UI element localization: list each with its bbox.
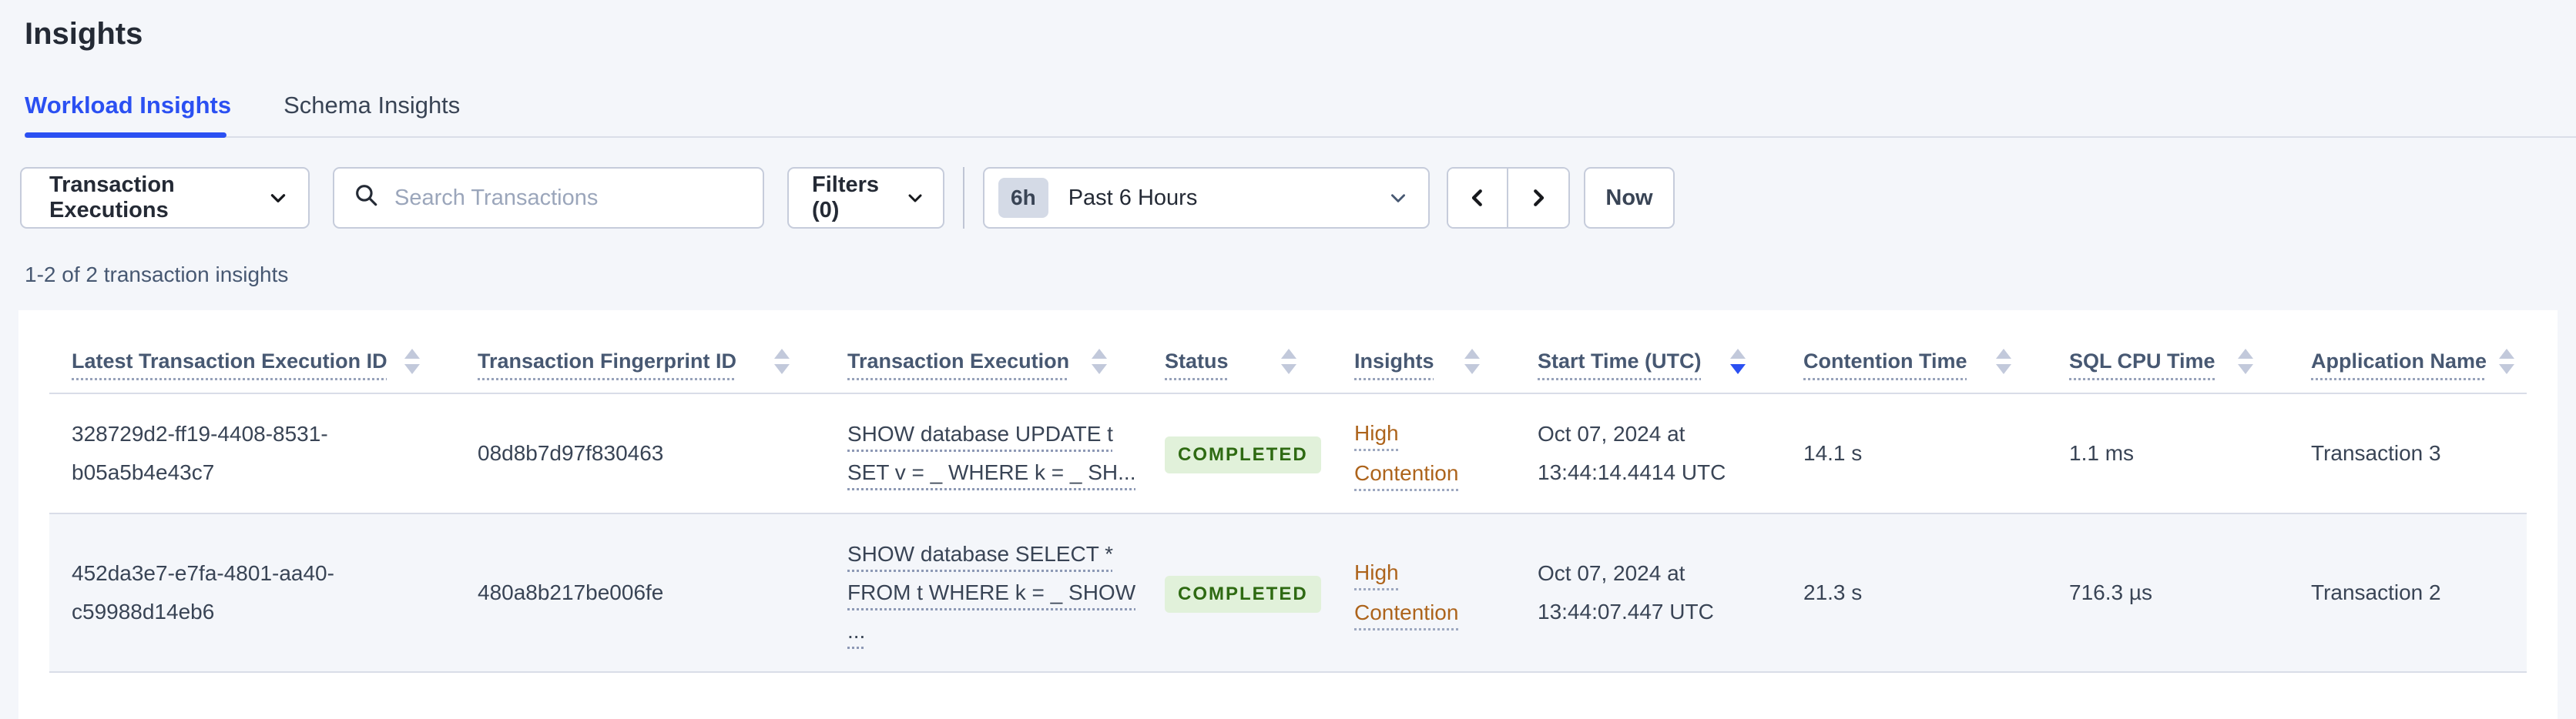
application-name-cell: Transaction 2 [2289, 513, 2527, 673]
sql-cpu-time-cell: 1.1 ms [2047, 393, 2289, 514]
time-pager [1447, 167, 1570, 229]
now-button[interactable]: Now [1584, 167, 1675, 229]
insights-cell: High Contention [1332, 393, 1515, 514]
table-header-row: Latest Transaction Execution ID Transact… [49, 329, 2527, 394]
column-header-fingerprint-id[interactable]: Transaction Fingerprint ID [455, 329, 825, 394]
toolbar-divider [963, 167, 964, 229]
start-time-cell: Oct 07, 2024 at 13:44:14.4414 UTC [1515, 393, 1781, 514]
transaction-execution-cell: SHOW database SELECT * FROM t WHERE k = … [825, 513, 1142, 673]
filters-label: Filters (0) [812, 172, 880, 222]
sort-icons [2499, 349, 2515, 374]
sort-icons [1092, 349, 1107, 374]
transaction-execution-cell: SHOW database UPDATE t SET v = _ WHERE k… [825, 393, 1142, 514]
statement-link[interactable]: SHOW database SELECT * FROM t WHERE k = … [847, 537, 1135, 648]
insight-link[interactable]: High Contention [1354, 560, 1458, 624]
search-input[interactable] [393, 184, 744, 212]
column-header-application-name[interactable]: Application Name [2289, 329, 2527, 394]
column-header-contention-time[interactable]: Contention Time [1781, 329, 2047, 394]
chevron-right-icon [1527, 186, 1550, 209]
chevron-down-icon [1388, 188, 1408, 208]
application-name-cell: Transaction 3 [2289, 393, 2527, 514]
previous-range-button[interactable] [1448, 169, 1508, 227]
search-box [333, 167, 764, 229]
tab-bar: Workload Insights Schema Insights [25, 92, 2576, 138]
sort-icons [774, 349, 790, 374]
status-badge: COMPLETED [1165, 575, 1321, 613]
execution-id-cell: 328729d2-ff19-4408-8531-b05a5b4e43c7 [49, 393, 455, 514]
sort-icons [1464, 349, 1480, 374]
column-header-start-time[interactable]: Start Time (UTC) [1515, 329, 1781, 394]
fingerprint-id-cell: 08d8b7d97f830463 [455, 393, 825, 514]
table-row: 328729d2-ff19-4408-8531-b05a5b4e43c7 08d… [49, 393, 2527, 514]
search-icon [353, 182, 379, 214]
sort-icons [404, 349, 420, 374]
status-badge: COMPLETED [1165, 436, 1321, 473]
status-cell: COMPLETED [1142, 393, 1332, 514]
execution-id-cell: 452da3e7-e7fa-4801-aa40-c59988d14eb6 [49, 513, 455, 673]
statement-link[interactable]: SHOW database UPDATE t SET v = _ WHERE k… [847, 417, 1136, 490]
table-row: 452da3e7-e7fa-4801-aa40-c59988d14eb6 480… [49, 513, 2527, 673]
contention-time-cell: 14.1 s [1781, 393, 2047, 514]
insights-table-card: Latest Transaction Execution ID Transact… [18, 310, 2558, 719]
next-range-button[interactable] [1508, 169, 1568, 227]
start-time-cell: Oct 07, 2024 at 13:44:07.447 UTC [1515, 513, 1781, 673]
filters-button[interactable]: Filters (0) [787, 167, 944, 229]
chevron-down-icon [906, 189, 924, 207]
column-header-status[interactable]: Status [1142, 329, 1332, 394]
column-header-transaction-execution[interactable]: Transaction Execution [825, 329, 1142, 394]
column-header-insights[interactable]: Insights [1332, 329, 1515, 394]
status-cell: COMPLETED [1142, 513, 1332, 673]
sort-icons-active-desc [1730, 349, 1746, 374]
column-header-sql-cpu-time[interactable]: SQL CPU Time [2047, 329, 2289, 394]
insight-link[interactable]: High Contention [1354, 421, 1458, 485]
tab-schema-insights[interactable]: Schema Insights [283, 92, 463, 136]
toolbar: Transaction Executions Filters (0) 6h Pa… [20, 167, 2554, 229]
insights-cell: High Contention [1332, 513, 1515, 673]
sort-icons [1281, 349, 1296, 374]
results-summary: 1-2 of 2 transaction insights [25, 263, 289, 286]
execution-type-label: Transaction Executions [49, 172, 175, 222]
column-header-latest-execution-id[interactable]: Latest Transaction Execution ID [49, 329, 455, 394]
chevron-down-icon [268, 188, 288, 208]
contention-time-cell: 21.3 s [1781, 513, 2047, 673]
sql-cpu-time-cell: 716.3 µs [2047, 513, 2289, 673]
tab-workload-insights[interactable]: Workload Insights [25, 92, 234, 138]
chevron-left-icon [1466, 186, 1489, 209]
sort-icons [2238, 349, 2253, 374]
sort-icons [1996, 349, 2011, 374]
insights-table: Latest Transaction Execution ID Transact… [49, 329, 2527, 673]
page-title: Insights [25, 17, 143, 51]
time-range-picker[interactable]: 6h Past 6 Hours [983, 167, 1430, 229]
time-range-label: Past 6 Hours [1068, 185, 1198, 210]
time-range-badge: 6h [998, 178, 1048, 218]
fingerprint-id-cell: 480a8b217be006fe [455, 513, 825, 673]
execution-type-dropdown[interactable]: Transaction Executions [20, 167, 310, 229]
